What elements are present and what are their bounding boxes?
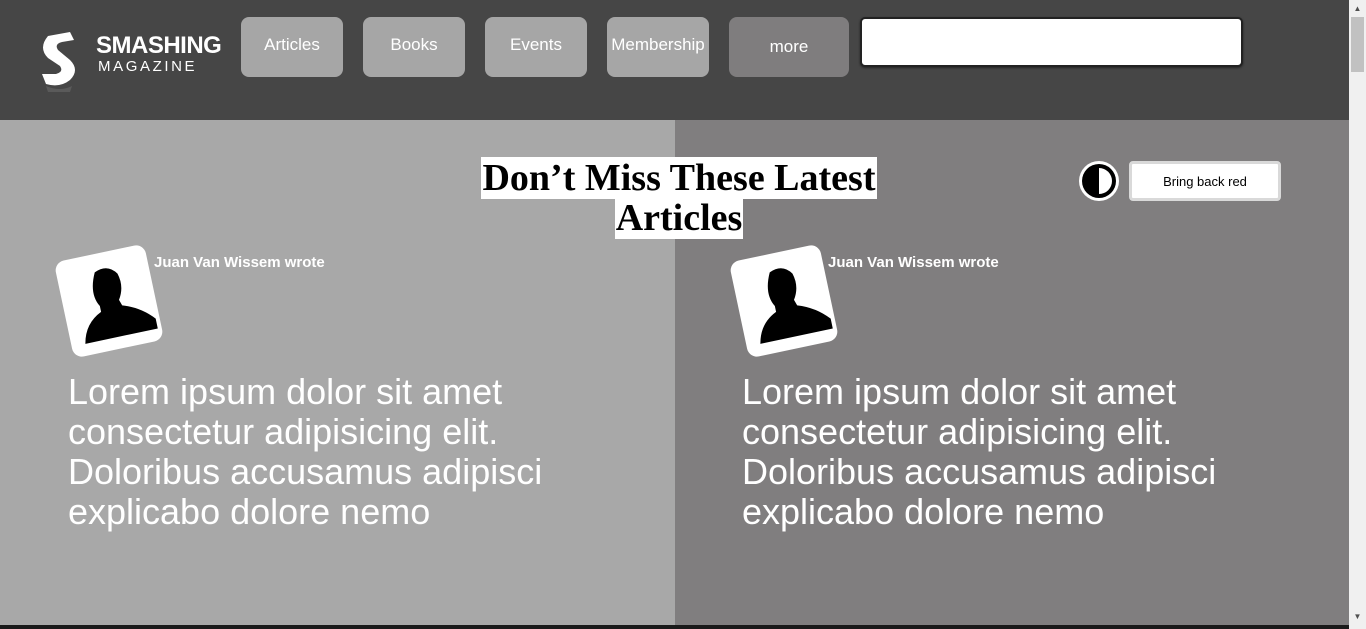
article-excerpt[interactable]: Lorem ipsum dolor sit amet consectetur a…: [742, 372, 1302, 532]
person-silhouette-icon: [85, 268, 158, 344]
logo-text-smashing: SMASHING: [96, 32, 222, 59]
scroll-up-arrow-icon[interactable]: ▲: [1349, 0, 1366, 17]
search-input[interactable]: [860, 17, 1243, 67]
horizontal-scrollbar[interactable]: [0, 625, 1349, 629]
scrollbar-thumb[interactable]: [1351, 17, 1364, 72]
site-header: SMASHING MAGAZINE Articles Books Events …: [0, 0, 1349, 120]
nav-articles-button[interactable]: Articles: [241, 17, 343, 77]
contrast-icon[interactable]: [1077, 159, 1121, 203]
section-heading: Don’t Miss These Latest Articles: [440, 157, 918, 239]
person-silhouette-icon: [760, 268, 833, 344]
scroll-down-arrow-icon[interactable]: ▼: [1349, 608, 1366, 625]
nav-events-button[interactable]: Events: [485, 17, 587, 77]
article-author: Juan Van Wissem wrote: [828, 254, 999, 271]
section-heading-text: Don’t Miss These Latest Articles: [481, 157, 877, 239]
author-avatar: [53, 243, 165, 359]
smashing-logo[interactable]: SMASHING MAGAZINE: [40, 30, 235, 100]
nav-books-button[interactable]: Books: [363, 17, 465, 77]
nav-more-button[interactable]: more: [729, 17, 849, 77]
author-avatar: [728, 243, 840, 359]
article-excerpt[interactable]: Lorem ipsum dolor sit amet consectetur a…: [68, 372, 628, 532]
vertical-scrollbar[interactable]: ▲ ▼: [1349, 0, 1366, 629]
article-author: Juan Van Wissem wrote: [154, 254, 325, 271]
bring-back-red-button[interactable]: Bring back red: [1129, 161, 1281, 201]
smashing-s-logo-icon: [42, 32, 75, 92]
nav-membership-button[interactable]: Membership: [607, 17, 709, 77]
logo-text-magazine: MAGAZINE: [98, 58, 198, 75]
page: SMASHING MAGAZINE Articles Books Events …: [0, 0, 1349, 625]
